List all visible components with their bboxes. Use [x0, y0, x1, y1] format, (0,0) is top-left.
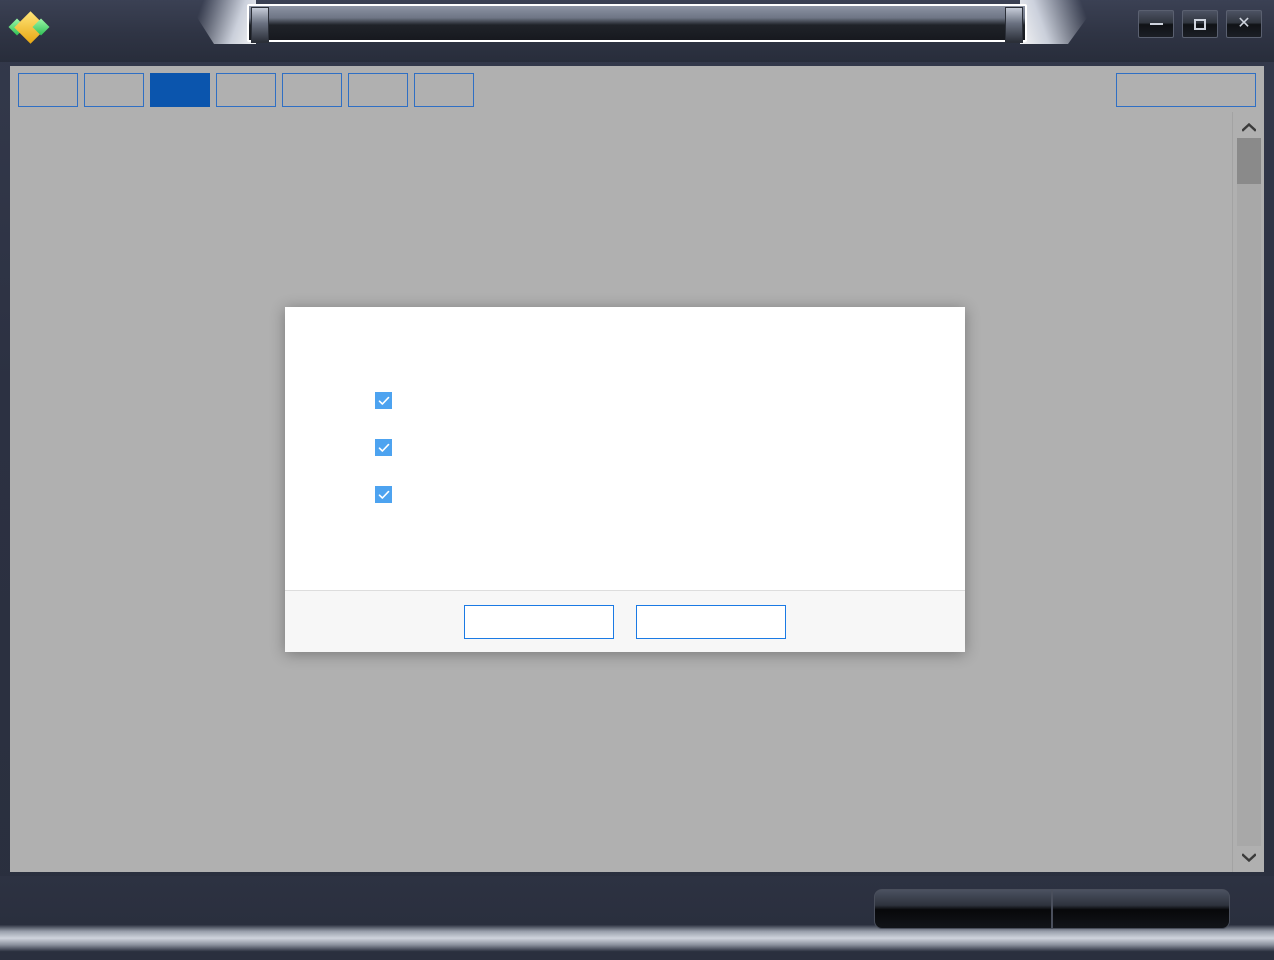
scrollbar-track[interactable]: [1237, 138, 1261, 846]
close-icon: ✕: [1237, 15, 1251, 32]
copy-button[interactable]: [1052, 889, 1230, 929]
close-button[interactable]: ✕: [1226, 10, 1262, 38]
dialog-options: [285, 332, 965, 590]
check-icon: [378, 490, 389, 499]
tab-bar: [10, 66, 1264, 114]
scroll-up-button[interactable]: [1237, 116, 1261, 138]
option-copy-live-photo[interactable]: [375, 486, 965, 503]
tab-idevice[interactable]: [84, 73, 144, 107]
title-wing-left: [186, 0, 256, 44]
checkbox-convert-heic[interactable]: [375, 439, 392, 456]
title-plate: [247, 4, 1027, 43]
scrollbar-thumb[interactable]: [1237, 138, 1261, 184]
chevron-up-icon: [1242, 122, 1256, 132]
tab-shared[interactable]: [282, 73, 342, 107]
option-copy-full-resolution[interactable]: [375, 392, 965, 409]
tab-file[interactable]: [18, 73, 78, 107]
check-icon: [378, 396, 389, 405]
check-icon: [378, 443, 389, 452]
logo-wordmark: [54, 12, 55, 43]
chevron-down-icon: [1242, 852, 1256, 862]
title-bar: ✕: [0, 0, 1274, 62]
checkbox-copy-live-photo[interactable]: [375, 486, 392, 503]
app-window: ✕: [0, 0, 1274, 960]
app-logo: [8, 8, 55, 46]
tab-albums[interactable]: [348, 73, 408, 107]
tab-recents[interactable]: [150, 73, 210, 107]
dialog-footer: [285, 590, 965, 652]
maximize-icon: [1194, 18, 1206, 30]
window-controls: ✕: [1138, 10, 1262, 38]
dialog-ok-button[interactable]: [464, 604, 614, 639]
tab-library[interactable]: [216, 73, 276, 107]
checkbox-copy-full-resolution[interactable]: [375, 392, 392, 409]
maximize-button[interactable]: [1182, 10, 1218, 38]
minimize-icon: [1149, 23, 1163, 25]
minimize-button[interactable]: [1138, 10, 1174, 38]
action-buttons: [874, 889, 1230, 929]
dialog-close-button[interactable]: [636, 604, 786, 639]
scroll-down-button[interactable]: [1237, 846, 1261, 868]
select-all-button[interactable]: [1116, 73, 1256, 107]
vertical-scrollbar[interactable]: [1232, 112, 1264, 872]
diamond-logo-icon: [8, 11, 50, 44]
tab-itunes-cache[interactable]: [414, 73, 474, 107]
copy-options-dialog: [285, 307, 965, 652]
register-button[interactable]: [874, 889, 1052, 929]
title-wing-right: [1020, 0, 1100, 44]
option-convert-heic[interactable]: [375, 439, 965, 456]
